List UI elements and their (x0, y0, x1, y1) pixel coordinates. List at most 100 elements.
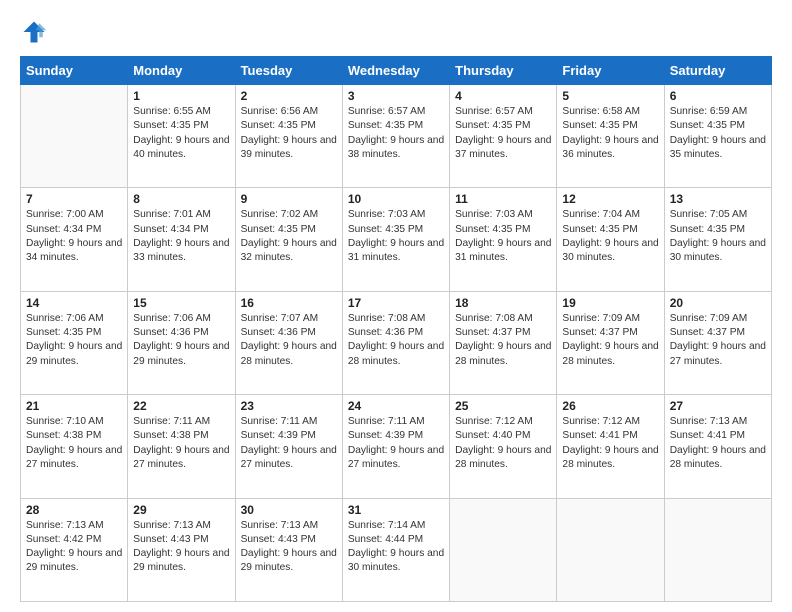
cell-date: 19 (562, 296, 658, 310)
cell-date: 14 (26, 296, 122, 310)
cell-info: Sunrise: 7:02 AM Sunset: 4:35 PM Dayligh… (241, 208, 337, 265)
cell-date: 22 (133, 399, 229, 413)
page: SundayMondayTuesdayWednesdayThursdayFrid… (0, 0, 792, 612)
week-row-2: 14 Sunrise: 7:06 AM Sunset: 4:35 PM Dayl… (21, 291, 772, 394)
header (20, 18, 772, 46)
cell-info: Sunrise: 7:04 AM Sunset: 4:35 PM Dayligh… (562, 208, 658, 265)
calendar-cell: 23 Sunrise: 7:11 AM Sunset: 4:39 PM Dayl… (235, 395, 342, 498)
cell-date: 5 (562, 89, 658, 103)
calendar-cell (21, 85, 128, 188)
cell-date: 26 (562, 399, 658, 413)
cell-info: Sunrise: 7:03 AM Sunset: 4:35 PM Dayligh… (455, 208, 551, 265)
calendar-cell: 25 Sunrise: 7:12 AM Sunset: 4:40 PM Dayl… (450, 395, 557, 498)
calendar-cell: 11 Sunrise: 7:03 AM Sunset: 4:35 PM Dayl… (450, 188, 557, 291)
cell-date: 15 (133, 296, 229, 310)
calendar-cell: 31 Sunrise: 7:14 AM Sunset: 4:44 PM Dayl… (342, 498, 449, 601)
cell-date: 12 (562, 192, 658, 206)
cell-date: 20 (670, 296, 766, 310)
cell-info: Sunrise: 6:57 AM Sunset: 4:35 PM Dayligh… (348, 105, 444, 162)
cell-date: 9 (241, 192, 337, 206)
cell-info: Sunrise: 7:03 AM Sunset: 4:35 PM Dayligh… (348, 208, 444, 265)
calendar-cell: 20 Sunrise: 7:09 AM Sunset: 4:37 PM Dayl… (664, 291, 771, 394)
cell-date: 28 (26, 503, 122, 517)
cell-date: 8 (133, 192, 229, 206)
cell-date: 2 (241, 89, 337, 103)
cell-info: Sunrise: 7:07 AM Sunset: 4:36 PM Dayligh… (241, 312, 337, 369)
cell-date: 21 (26, 399, 122, 413)
cell-info: Sunrise: 7:09 AM Sunset: 4:37 PM Dayligh… (562, 312, 658, 369)
calendar-cell: 5 Sunrise: 6:58 AM Sunset: 4:35 PM Dayli… (557, 85, 664, 188)
cell-info: Sunrise: 7:09 AM Sunset: 4:37 PM Dayligh… (670, 312, 766, 369)
cell-info: Sunrise: 7:13 AM Sunset: 4:42 PM Dayligh… (26, 519, 122, 576)
cell-info: Sunrise: 6:56 AM Sunset: 4:35 PM Dayligh… (241, 105, 337, 162)
cell-info: Sunrise: 6:57 AM Sunset: 4:35 PM Dayligh… (455, 105, 551, 162)
calendar-cell: 15 Sunrise: 7:06 AM Sunset: 4:36 PM Dayl… (128, 291, 235, 394)
calendar-table: SundayMondayTuesdayWednesdayThursdayFrid… (20, 56, 772, 602)
cell-date: 24 (348, 399, 444, 413)
cell-date: 1 (133, 89, 229, 103)
calendar-cell (450, 498, 557, 601)
cell-date: 10 (348, 192, 444, 206)
cell-info: Sunrise: 7:05 AM Sunset: 4:35 PM Dayligh… (670, 208, 766, 265)
cell-info: Sunrise: 7:06 AM Sunset: 4:36 PM Dayligh… (133, 312, 229, 369)
day-header-thursday: Thursday (450, 57, 557, 85)
week-row-0: 1 Sunrise: 6:55 AM Sunset: 4:35 PM Dayli… (21, 85, 772, 188)
cell-date: 27 (670, 399, 766, 413)
calendar-cell: 3 Sunrise: 6:57 AM Sunset: 4:35 PM Dayli… (342, 85, 449, 188)
week-row-1: 7 Sunrise: 7:00 AM Sunset: 4:34 PM Dayli… (21, 188, 772, 291)
cell-info: Sunrise: 7:12 AM Sunset: 4:41 PM Dayligh… (562, 415, 658, 472)
calendar-cell: 30 Sunrise: 7:13 AM Sunset: 4:43 PM Dayl… (235, 498, 342, 601)
cell-info: Sunrise: 7:01 AM Sunset: 4:34 PM Dayligh… (133, 208, 229, 265)
cell-info: Sunrise: 6:58 AM Sunset: 4:35 PM Dayligh… (562, 105, 658, 162)
day-header-saturday: Saturday (664, 57, 771, 85)
cell-date: 6 (670, 89, 766, 103)
day-header-friday: Friday (557, 57, 664, 85)
calendar-cell: 1 Sunrise: 6:55 AM Sunset: 4:35 PM Dayli… (128, 85, 235, 188)
calendar-cell: 26 Sunrise: 7:12 AM Sunset: 4:41 PM Dayl… (557, 395, 664, 498)
cell-date: 3 (348, 89, 444, 103)
cell-date: 31 (348, 503, 444, 517)
calendar-cell: 24 Sunrise: 7:11 AM Sunset: 4:39 PM Dayl… (342, 395, 449, 498)
cell-date: 30 (241, 503, 337, 517)
cell-info: Sunrise: 7:11 AM Sunset: 4:38 PM Dayligh… (133, 415, 229, 472)
calendar-header-row: SundayMondayTuesdayWednesdayThursdayFrid… (21, 57, 772, 85)
calendar-cell: 2 Sunrise: 6:56 AM Sunset: 4:35 PM Dayli… (235, 85, 342, 188)
cell-date: 29 (133, 503, 229, 517)
calendar-cell: 6 Sunrise: 6:59 AM Sunset: 4:35 PM Dayli… (664, 85, 771, 188)
calendar-cell: 18 Sunrise: 7:08 AM Sunset: 4:37 PM Dayl… (450, 291, 557, 394)
cell-date: 16 (241, 296, 337, 310)
cell-info: Sunrise: 7:13 AM Sunset: 4:43 PM Dayligh… (241, 519, 337, 576)
cell-info: Sunrise: 7:14 AM Sunset: 4:44 PM Dayligh… (348, 519, 444, 576)
calendar-cell (557, 498, 664, 601)
calendar-cell: 9 Sunrise: 7:02 AM Sunset: 4:35 PM Dayli… (235, 188, 342, 291)
calendar-cell: 10 Sunrise: 7:03 AM Sunset: 4:35 PM Dayl… (342, 188, 449, 291)
calendar-cell: 4 Sunrise: 6:57 AM Sunset: 4:35 PM Dayli… (450, 85, 557, 188)
calendar-cell: 12 Sunrise: 7:04 AM Sunset: 4:35 PM Dayl… (557, 188, 664, 291)
day-header-tuesday: Tuesday (235, 57, 342, 85)
logo-icon (20, 18, 48, 46)
cell-info: Sunrise: 7:13 AM Sunset: 4:41 PM Dayligh… (670, 415, 766, 472)
week-row-4: 28 Sunrise: 7:13 AM Sunset: 4:42 PM Dayl… (21, 498, 772, 601)
cell-info: Sunrise: 7:11 AM Sunset: 4:39 PM Dayligh… (348, 415, 444, 472)
calendar-cell (664, 498, 771, 601)
calendar-cell: 28 Sunrise: 7:13 AM Sunset: 4:42 PM Dayl… (21, 498, 128, 601)
calendar-cell: 16 Sunrise: 7:07 AM Sunset: 4:36 PM Dayl… (235, 291, 342, 394)
cell-info: Sunrise: 7:12 AM Sunset: 4:40 PM Dayligh… (455, 415, 551, 472)
calendar-cell: 27 Sunrise: 7:13 AM Sunset: 4:41 PM Dayl… (664, 395, 771, 498)
calendar-cell: 22 Sunrise: 7:11 AM Sunset: 4:38 PM Dayl… (128, 395, 235, 498)
logo (20, 18, 52, 46)
cell-date: 11 (455, 192, 551, 206)
cell-info: Sunrise: 7:10 AM Sunset: 4:38 PM Dayligh… (26, 415, 122, 472)
cell-info: Sunrise: 7:08 AM Sunset: 4:37 PM Dayligh… (455, 312, 551, 369)
cell-date: 23 (241, 399, 337, 413)
cell-info: Sunrise: 7:08 AM Sunset: 4:36 PM Dayligh… (348, 312, 444, 369)
week-row-3: 21 Sunrise: 7:10 AM Sunset: 4:38 PM Dayl… (21, 395, 772, 498)
cell-date: 13 (670, 192, 766, 206)
cell-info: Sunrise: 7:06 AM Sunset: 4:35 PM Dayligh… (26, 312, 122, 369)
cell-info: Sunrise: 7:11 AM Sunset: 4:39 PM Dayligh… (241, 415, 337, 472)
cell-info: Sunrise: 6:59 AM Sunset: 4:35 PM Dayligh… (670, 105, 766, 162)
calendar-cell: 29 Sunrise: 7:13 AM Sunset: 4:43 PM Dayl… (128, 498, 235, 601)
cell-date: 4 (455, 89, 551, 103)
calendar-cell: 19 Sunrise: 7:09 AM Sunset: 4:37 PM Dayl… (557, 291, 664, 394)
calendar-cell: 13 Sunrise: 7:05 AM Sunset: 4:35 PM Dayl… (664, 188, 771, 291)
